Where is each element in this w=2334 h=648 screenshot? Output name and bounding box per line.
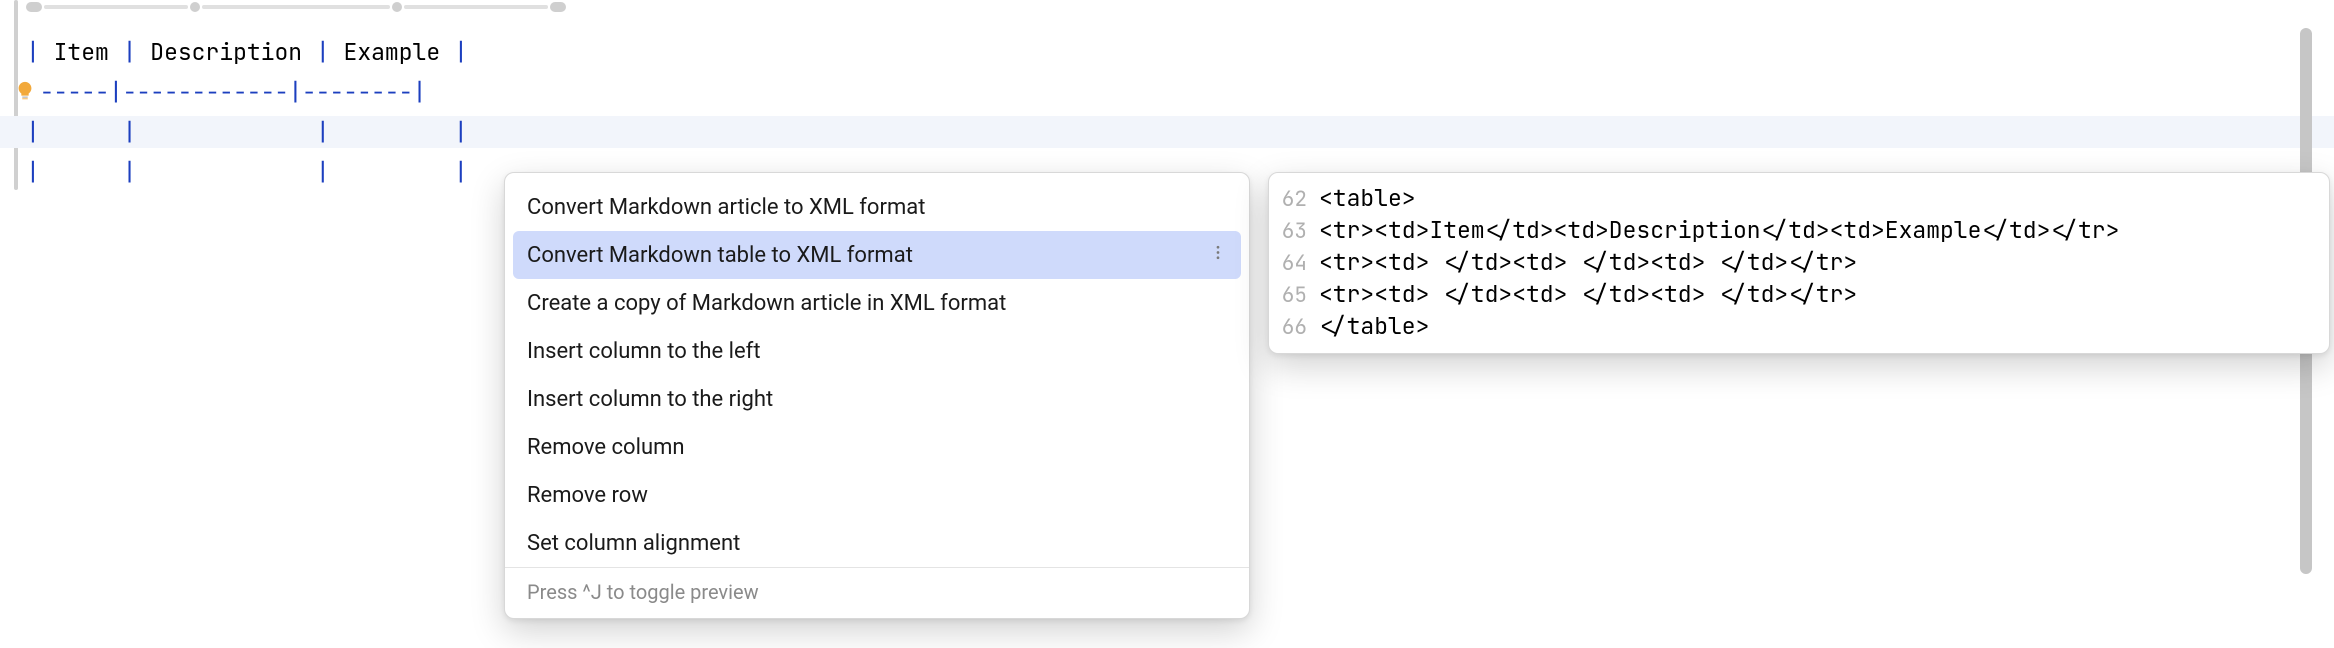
code-text: <tr><td> </td><td> </td><td> </td></tr>	[1319, 247, 1857, 277]
menu-item[interactable]: Remove column	[505, 423, 1249, 471]
code-text: </table>	[1319, 311, 1429, 341]
menu-item[interactable]: Remove row	[505, 471, 1249, 519]
menu-item[interactable]: Insert column to the right	[505, 375, 1249, 423]
more-icon[interactable]	[1209, 243, 1227, 268]
preview-line: 63<tr><td>Item</td><td>Description</td><…	[1269, 215, 2329, 247]
md-header-cell: Example	[344, 37, 441, 67]
lightbulb-icon[interactable]	[14, 80, 36, 102]
preview-line: 66</table>	[1269, 311, 2329, 343]
menu-item[interactable]: Convert Markdown table to XML format	[513, 231, 1241, 279]
editor-line-body[interactable]: | | | |	[26, 156, 468, 188]
menu-item[interactable]: Insert column to the left	[505, 327, 1249, 375]
menu-item-label: Set column alignment	[527, 531, 740, 556]
line-number: 62	[1269, 186, 1319, 213]
menu-item[interactable]: Create a copy of Markdown article in XML…	[505, 279, 1249, 327]
line-number: 63	[1269, 218, 1319, 245]
preview-line: 65<tr><td> </td><td> </td><td> </td></tr…	[1269, 279, 2329, 311]
scrollbar-thumb[interactable]	[2300, 330, 2312, 574]
menu-item[interactable]: Set column alignment	[505, 519, 1249, 567]
menu-item-label: Remove column	[527, 435, 685, 460]
popup-footer-hint: Press ^J to toggle preview	[505, 567, 1249, 618]
menu-item-label: Insert column to the right	[527, 387, 773, 412]
menu-item-label: Convert Markdown article to XML format	[527, 195, 925, 220]
line-number: 64	[1269, 250, 1319, 277]
preview-panel: 62<table>63<tr><td>Item</td><td>Descript…	[1268, 172, 2330, 354]
intention-actions-popup: Convert Markdown article to XML format Co…	[504, 172, 1250, 619]
md-header-cell: Item	[54, 37, 109, 67]
md-header-cell: Description	[150, 37, 302, 67]
menu-item-label: Convert Markdown table to XML format	[527, 243, 913, 268]
line-number: 65	[1269, 282, 1319, 309]
editor-top-ruler	[26, 2, 566, 12]
editor-line-body[interactable]: | | | |	[26, 116, 468, 148]
editor-line-header[interactable]: | Item | Description | Example |	[26, 36, 468, 68]
code-text: <tr><td> </td><td> </td><td> </td></tr>	[1319, 279, 1857, 309]
preview-line: 64<tr><td> </td><td> </td><td> </td></tr…	[1269, 247, 2329, 279]
menu-item-label: Insert column to the left	[527, 339, 761, 364]
editor-line-separator[interactable]: -----|------------|--------|	[40, 76, 426, 108]
menu-item[interactable]: Convert Markdown article to XML format	[505, 183, 1249, 231]
code-text: <table>	[1319, 183, 1416, 213]
line-number: 66	[1269, 314, 1319, 341]
menu-item-label: Remove row	[527, 483, 648, 508]
preview-line: 62<table>	[1269, 183, 2329, 215]
menu-item-label: Create a copy of Markdown article in XML…	[527, 291, 1006, 316]
code-text: <tr><td>Item</td><td>Description</td><td…	[1319, 215, 2119, 245]
